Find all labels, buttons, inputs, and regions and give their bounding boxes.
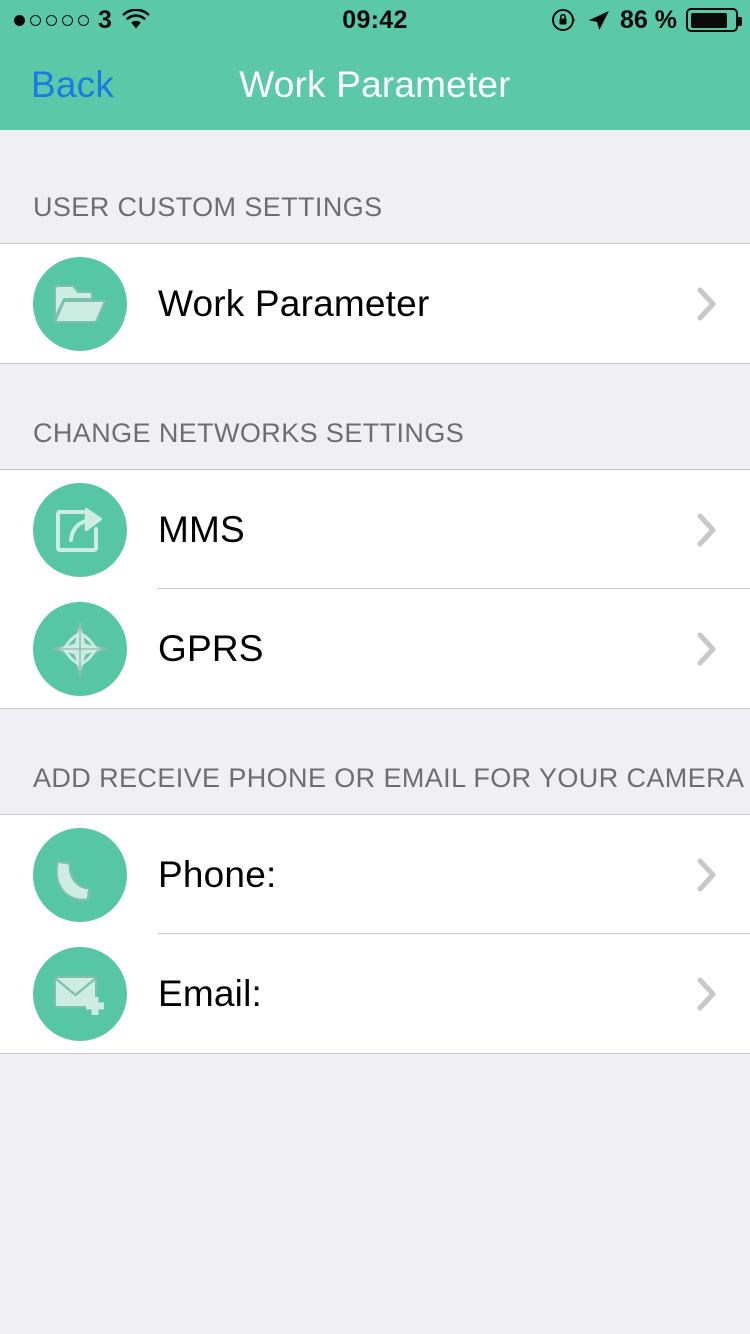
list-item-mms[interactable]: MMS [0,470,750,589]
section-group-change-networks-settings: MMS GPRS [0,469,750,709]
list-item-label: MMS [158,508,245,550]
list-item-gprs[interactable]: GPRS [0,589,750,708]
status-bar: 3 09:42 86 % [0,0,750,40]
section-header-user-custom-settings: USER CUSTOM SETTINGS [0,130,750,243]
chevron-right-icon [697,632,716,665]
navigation-bar: Back Work Parameter [0,40,750,130]
chevron-right-icon [697,513,716,546]
phone-handset-icon [33,827,127,922]
list-item-label: Phone: [158,853,277,895]
list-item-phone[interactable]: Phone: [0,815,750,934]
share-square-icon [33,482,127,577]
list-item-label: Work Parameter [158,282,430,324]
page-title: Work Parameter [239,64,511,105]
status-bar-clock: 09:42 [342,5,408,34]
list-item-email[interactable]: Email: [0,934,750,1053]
list-item-work-parameter[interactable]: Work Parameter [0,244,750,363]
section-group-user-custom-settings: Work Parameter [0,243,750,364]
compass-star-icon [33,601,127,696]
app-screen: 3 09:42 86 % Back Work Parameter USER CU… [0,0,750,1334]
battery-icon [686,8,742,32]
section-group-add-receive-phone-or-email: Phone: Email: [0,814,750,1054]
list-item-label: GPRS [158,627,264,669]
section-header-change-networks-settings: CHANGE NETWORKS SETTINGS [0,364,750,469]
chevron-right-icon [697,287,716,320]
envelope-plus-icon [33,946,127,1041]
section-header-add-receive-phone-or-email: ADD RECEIVE PHONE OR EMAIL FOR YOUR CAME… [0,709,750,814]
chevron-right-icon [697,977,716,1010]
list-item-label: Email: [158,972,262,1014]
folder-icon [33,256,127,351]
chevron-right-icon [697,858,716,891]
